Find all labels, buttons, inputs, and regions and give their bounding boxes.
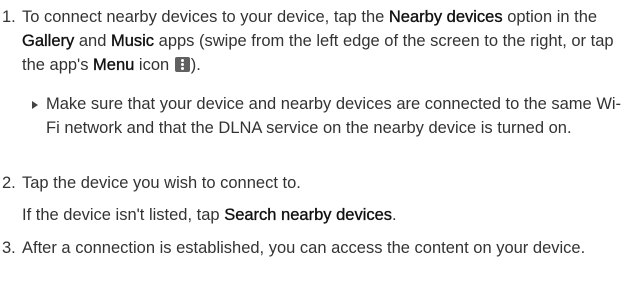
step-text-part: and — [74, 32, 111, 50]
gallery-app-label: Gallery — [22, 32, 75, 50]
note-text: Make sure that your device and nearby de… — [46, 95, 622, 137]
step-text-part: ). — [190, 56, 201, 74]
step-number: 2. — [2, 174, 16, 192]
step-2-followup: If the device isn't listed, tap Search n… — [0, 203, 625, 227]
nearby-devices-option-label: Nearby devices — [388, 8, 503, 26]
step-number: 1. — [2, 8, 16, 26]
vertical-ellipsis-menu-icon — [174, 57, 190, 72]
step-2: 2. Tap the device you wish to connect to… — [0, 171, 625, 195]
search-nearby-devices-label: Search nearby devices — [224, 206, 393, 224]
followup-text-part: If the device isn't listed, tap — [22, 206, 225, 224]
step-text: After a connection is established, you c… — [22, 239, 586, 257]
step-text-part: option in the — [502, 8, 598, 26]
music-app-label: Music — [110, 32, 155, 50]
step-text-part: To connect nearby devices to your device… — [22, 8, 389, 26]
menu-label: Menu — [93, 56, 135, 74]
followup-text-part: . — [392, 206, 397, 224]
followup-text: If the device isn't listed, tap Search n… — [22, 203, 622, 227]
right-triangle-bullet-icon — [32, 101, 38, 109]
step-text-part: icon — [134, 56, 174, 74]
step-text: To connect nearby devices to your device… — [22, 5, 622, 77]
step-text: Tap the device you wish to connect to. — [22, 174, 301, 192]
step-1-note: Make sure that your device and nearby de… — [32, 92, 624, 164]
step-number: 3. — [2, 239, 16, 257]
step-3: 3. After a connection is established, yo… — [0, 236, 625, 284]
step-1: 1. To connect nearby devices to your dev… — [0, 5, 625, 85]
